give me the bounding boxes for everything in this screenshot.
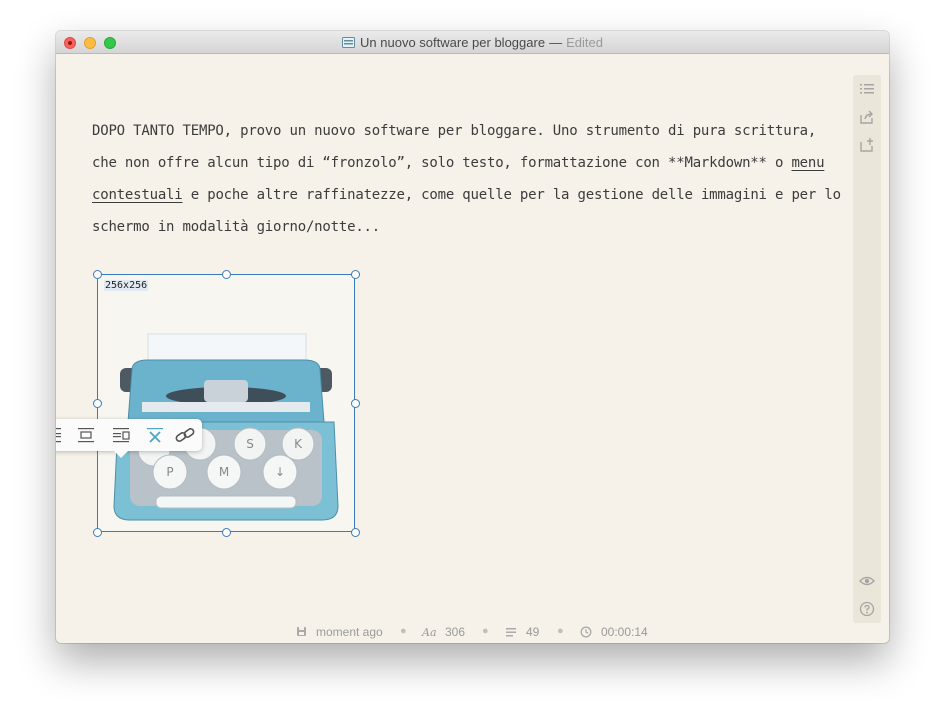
status-separator: ● bbox=[482, 625, 489, 637]
resize-handle-top-right[interactable] bbox=[351, 270, 360, 279]
resize-handle-right[interactable] bbox=[351, 399, 360, 408]
writing-time: 00:00:14 bbox=[601, 625, 648, 639]
right-sidebar bbox=[853, 75, 881, 623]
app-window: Un nuovo software per bloggare — Edited DO… bbox=[56, 31, 889, 643]
edited-indicator: Edited bbox=[566, 35, 603, 50]
align-center-icon[interactable] bbox=[75, 425, 97, 445]
resize-handle-top-left[interactable] bbox=[93, 270, 102, 279]
status-separator: ● bbox=[557, 625, 564, 637]
outline-list-icon[interactable] bbox=[859, 81, 875, 97]
resize-handle-left[interactable] bbox=[93, 399, 102, 408]
status-bar: moment ago ● Aa 306 ● 49 ● 00:00:14 bbox=[56, 623, 889, 641]
clock-icon bbox=[580, 626, 592, 638]
align-left-icon[interactable] bbox=[56, 425, 64, 445]
export-icon[interactable] bbox=[859, 137, 875, 153]
selected-image[interactable]: 256x256 S K P M ↓ bbox=[93, 270, 360, 537]
typewriter-key-m: M bbox=[219, 465, 229, 479]
title-separator: — bbox=[549, 35, 563, 50]
eye-icon[interactable] bbox=[859, 573, 875, 589]
resize-handle-bottom-left[interactable] bbox=[93, 528, 102, 537]
character-count-icon: Aa bbox=[422, 626, 437, 639]
save-icon bbox=[297, 627, 306, 636]
help-icon[interactable] bbox=[859, 601, 875, 617]
resize-handle-top[interactable] bbox=[222, 270, 231, 279]
word-count-icon bbox=[506, 628, 516, 637]
align-right-icon[interactable] bbox=[110, 425, 132, 445]
image-size-label: 256x256 bbox=[104, 280, 149, 291]
link-icon[interactable] bbox=[174, 425, 196, 445]
resize-handle-bottom-right[interactable] bbox=[351, 528, 360, 537]
character-count: 306 bbox=[445, 625, 466, 639]
saved-time: moment ago bbox=[316, 625, 383, 639]
editor-text[interactable]: DOPO TANTO TEMPO, provo un nuovo softwar… bbox=[92, 115, 844, 243]
paragraph-text-end: e poche altre raffinatezze, come quelle … bbox=[92, 187, 841, 235]
paragraph-text: DOPO TANTO TEMPO, provo un nuovo softwar… bbox=[92, 123, 817, 171]
share-icon[interactable] bbox=[859, 109, 875, 125]
typewriter-key-k: K bbox=[294, 437, 303, 451]
title-bar[interactable]: Un nuovo software per bloggare — Edited bbox=[56, 31, 889, 54]
document-icon bbox=[342, 37, 356, 48]
status-separator: ● bbox=[400, 625, 407, 637]
image-toolbar bbox=[56, 419, 202, 458]
word-count: 49 bbox=[526, 625, 540, 639]
window-title: Un nuovo software per bloggare — Edited bbox=[56, 31, 889, 53]
remove-icon[interactable] bbox=[144, 425, 166, 445]
resize-handle-bottom[interactable] bbox=[222, 528, 231, 537]
typewriter-key-arrow: ↓ bbox=[275, 465, 285, 479]
document-name: Un nuovo software per bloggare bbox=[360, 35, 546, 50]
typewriter-key-p: P bbox=[166, 465, 173, 479]
typewriter-key-s: S bbox=[246, 437, 254, 451]
